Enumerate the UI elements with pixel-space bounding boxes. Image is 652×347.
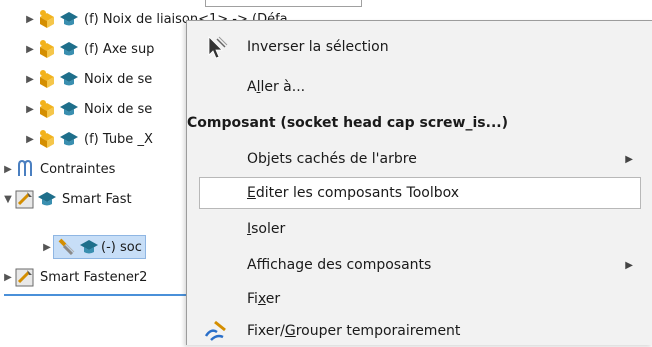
submenu-arrow-icon: ▶ [625,153,633,165]
collapse-arrow-icon[interactable]: ▼ [1,184,15,214]
tree-item-label: Smart Fast [62,191,132,207]
menu-item-label: Inverser la sélection [247,39,389,55]
menu-item-invert-selection[interactable]: Inverser la sélection [187,31,652,63]
tree-item-label: (-) soc [101,239,142,255]
menu-item-edit-toolbox-components[interactable]: Editer les composants Toolbox [199,177,641,209]
expand-arrow-icon[interactable]: ▶ [1,154,15,184]
part-cubes-icon [40,10,54,28]
part-cubes-icon [40,100,54,118]
part-cubes-icon [40,40,54,58]
tree-item-smart-fastener[interactable]: ▼ Smart Fast [0,184,135,214]
mortarboard-icon [80,240,98,254]
menu-item-label-rest: diter les composants Toolbox [255,185,460,201]
menu-item-label: Affichage des composants [247,257,432,273]
expand-arrow-icon[interactable]: ▶ [1,262,15,292]
menu-item-label-rest: rouper temporairement [295,323,461,339]
fix-group-icon [204,320,226,341]
tree-item-label: (f) Axe sup [84,41,155,57]
mates-icon [18,159,32,176]
mortarboard-icon [38,192,56,206]
menu-item-fix[interactable]: Fixer [187,283,652,315]
expand-arrow-icon[interactable]: ▶ [40,232,54,262]
menu-item-accelerator: x [257,291,266,307]
tree-item-socket-screw[interactable]: ▶ (-) soc [40,232,146,262]
menu-item-goto[interactable]: Aller à... [187,71,652,103]
tree-item-label: Noix de se [84,101,153,117]
tree-item-label: Smart Fastener2 [40,269,148,285]
menu-item-label-rest: ler à... [260,79,306,95]
selected-item[interactable]: (-) soc [53,235,146,259]
tree-item-noix-de-se-1[interactable]: ▶ Noix de se [0,64,155,94]
smart-fastener-icon [15,190,34,209]
menu-item-label: A [247,79,257,95]
context-menu: Inverser la sélection Aller à... Composa… [186,20,652,345]
submenu-arrow-icon: ▶ [625,259,633,271]
mortarboard-icon [60,42,78,56]
menu-item-label: Objets cachés de l'arbre [247,151,417,167]
part-cubes-icon [40,70,54,88]
menu-item-hidden-tree-objects[interactable]: Objets cachés de l'arbre ▶ [187,143,652,175]
expand-arrow-icon[interactable]: ▶ [23,64,37,94]
menu-item-label: Fixer/ [247,323,285,339]
tree-item-tube[interactable]: ▶ (f) Tube _X [0,124,156,154]
screw-icon [58,238,75,256]
mortarboard-icon [60,132,78,146]
tree-item-label: Contraintes [40,161,116,177]
menu-item-label-rest: er [265,291,281,307]
mortarboard-icon [60,102,78,116]
menu-section-component-header: Composant (socket head cap screw_is...) [187,107,652,139]
expand-arrow-icon[interactable]: ▶ [23,4,37,34]
tree-item-label: Noix de se [84,71,153,87]
tree-item-axe-sup[interactable]: ▶ (f) Axe sup [0,34,157,64]
menu-item-component-display[interactable]: Affichage des composants ▶ [187,249,652,281]
expand-arrow-icon[interactable]: ▶ [23,94,37,124]
tree-item-noix-de-se-2[interactable]: ▶ Noix de se [0,94,155,124]
tooltip-fragment [205,0,362,7]
tree-item-contraintes[interactable]: ▶ Contraintes [0,154,118,184]
component-header-label: Composant (socket head cap screw_is...) [187,115,508,131]
mortarboard-icon [60,72,78,86]
tree-item-smart-fastener2[interactable]: ▶ Smart Fastener2 [0,262,150,292]
menu-item-isolate[interactable]: Isoler [187,213,652,245]
menu-item-label: Fi [247,291,258,307]
menu-item-fix-group-temporarily[interactable]: Fixer/Grouper temporairement [187,315,652,347]
mortarboard-icon [60,12,78,26]
menu-item-accelerator: E [247,185,256,201]
expand-arrow-icon[interactable]: ▶ [23,124,37,154]
menu-item-label-rest: soler [251,221,286,237]
expand-arrow-icon[interactable]: ▶ [23,34,37,64]
smart-fastener-icon [15,268,34,287]
part-cubes-icon [40,130,54,148]
menu-item-accelerator: G [284,323,296,339]
tree-item-label: (f) Tube _X [84,131,153,147]
invert-selection-icon [208,36,228,59]
